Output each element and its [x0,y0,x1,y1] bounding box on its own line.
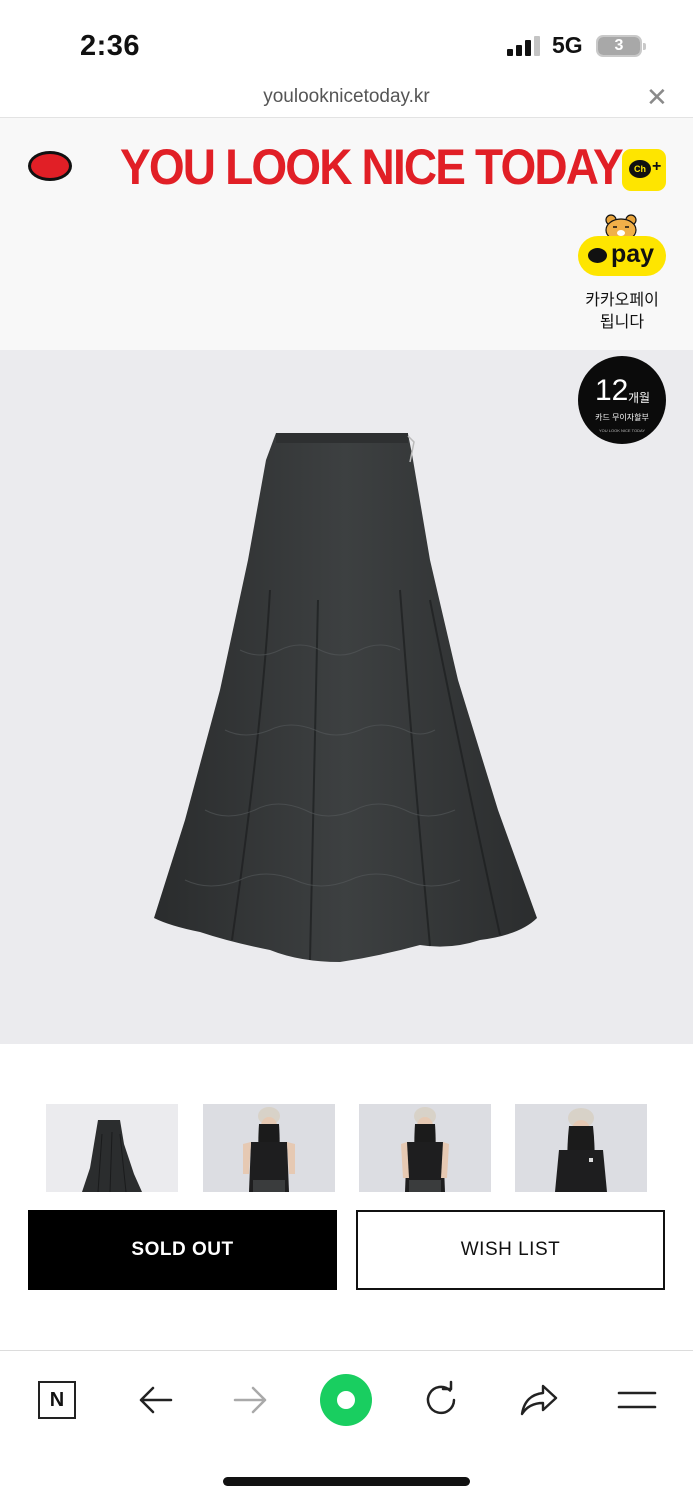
badge-unit: 개월 [628,391,651,405]
pay-text: pay [611,240,655,268]
naver-n-label: N [38,1381,76,1419]
kakao-channel-button[interactable]: Ch + [622,149,666,191]
back-arrow-icon[interactable] [130,1375,180,1425]
installment-badge: 12 개월 카드 무이자할부 YOU LOOK NICE TODAY [578,356,666,444]
url-bar[interactable]: youlooknicetoday.kr ✕ [0,80,693,118]
wish-list-button[interactable]: WISH LIST [356,1210,665,1290]
forward-arrow-icon[interactable] [226,1375,276,1425]
green-dot-icon[interactable] [318,1372,374,1428]
badge-fine-print: YOU LOOK NICE TODAY [598,428,645,433]
caption-line-2: 됩니다 [599,314,645,331]
thumbnail-model-3[interactable] [515,1104,647,1192]
home-indicator[interactable] [223,1477,470,1486]
battery-level: 3 [598,37,640,55]
badge-number: 12 [595,374,629,407]
battery-icon: 3 [596,35,646,57]
browser-bottom-nav: N [0,1350,693,1500]
reload-icon[interactable] [416,1375,466,1425]
kakao-pay-badge[interactable]: pay [578,236,666,276]
plus-icon: + [652,158,662,175]
thumbnail-skirt[interactable] [46,1104,178,1192]
product-main-image[interactable]: 12 개월 카드 무이자할부 YOU LOOK NICE TODAY [0,350,693,1044]
menu-icon[interactable] [612,1375,662,1425]
site-header: YOU LOOK NICE TODAY Ch + pay 카카오페이 됩니다 [0,118,693,350]
sold-out-button[interactable]: SOLD OUT [28,1210,337,1290]
share-icon[interactable] [514,1375,564,1425]
thumbnail-strip [0,1044,693,1192]
skirt-image [154,433,537,962]
status-time: 2:36 [80,30,141,62]
thumbnail-model-1[interactable] [203,1104,335,1192]
signal-icon [507,36,541,56]
network-type: 5G [552,32,583,58]
action-bar: SOLD OUT WISH LIST [0,1192,693,1350]
site-logo[interactable]: YOU LOOK NICE TODAY [120,138,624,196]
red-oval-logo-icon[interactable] [28,151,72,181]
kakao-channel-icon: Ch [629,160,651,178]
status-bar: 2:36 5G 3 [0,0,693,88]
badge-subtitle: 카드 무이자할부 [595,413,649,422]
thumbnail-model-2[interactable] [359,1104,491,1192]
naver-n-icon[interactable]: N [32,1375,82,1425]
caption-line-1: 카카오페이 [585,292,659,309]
kakao-bubble-icon [588,248,607,263]
url-text[interactable]: youlooknicetoday.kr [0,86,693,108]
close-icon[interactable]: ✕ [646,82,668,113]
kakao-pay-caption: 카카오페이 됩니다 [566,290,678,334]
